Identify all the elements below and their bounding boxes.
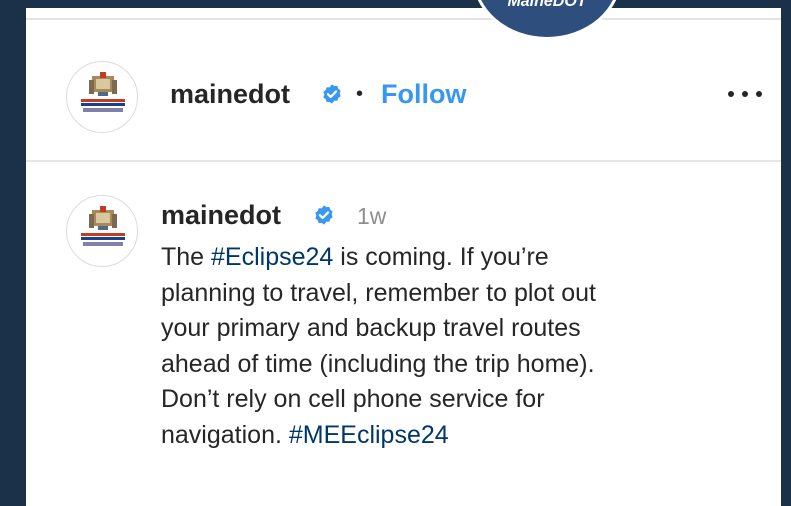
content-bottom-margin bbox=[26, 496, 781, 506]
more-dot bbox=[728, 91, 734, 97]
header-separator: • bbox=[356, 83, 364, 105]
badge-text: MaineDOT bbox=[507, 0, 587, 10]
window-frame-top bbox=[0, 0, 791, 8]
profile-avatar[interactable] bbox=[66, 61, 138, 133]
caption-text: The bbox=[161, 243, 212, 271]
more-options-icon[interactable] bbox=[723, 78, 767, 108]
header-divider bbox=[26, 160, 781, 162]
caption-text: is coming. If you’re planning to travel,… bbox=[161, 243, 596, 449]
hashtag-link[interactable]: #Eclipse24 bbox=[211, 243, 333, 271]
follow-button[interactable]: Follow bbox=[381, 79, 466, 109]
top-divider bbox=[26, 18, 781, 20]
more-dot bbox=[756, 91, 762, 97]
comment-timestamp[interactable]: 1w bbox=[357, 201, 386, 231]
verified-badge-icon bbox=[315, 205, 333, 225]
hashtag-link[interactable]: #MEEclipse24 bbox=[289, 421, 449, 449]
verified-badge-icon bbox=[323, 84, 341, 104]
comment-username[interactable]: mainedot bbox=[161, 200, 281, 230]
more-dot bbox=[742, 91, 748, 97]
window-frame-left bbox=[0, 0, 26, 506]
mainedot-seal-icon bbox=[81, 206, 125, 246]
post-username[interactable]: mainedot bbox=[170, 79, 290, 109]
window-frame-right bbox=[781, 0, 791, 506]
content-top-margin bbox=[26, 8, 781, 18]
post-caption: The #Eclipse24 is coming. If you’re plan… bbox=[161, 240, 771, 453]
comment-avatar[interactable] bbox=[66, 195, 138, 267]
mainedot-logo-badge: MaineDOT bbox=[472, 0, 622, 40]
mainedot-seal-icon bbox=[81, 72, 125, 112]
